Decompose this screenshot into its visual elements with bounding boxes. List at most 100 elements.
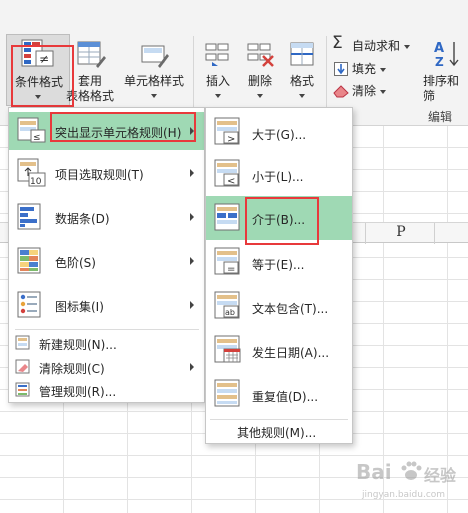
svg-text:≤: ≤ [33, 133, 41, 143]
chevron-down-icon [35, 95, 41, 99]
autosum-button[interactable]: Σ 自动求和 [332, 33, 422, 56]
svg-text:ab: ab [225, 308, 235, 317]
menu-item-top-bottom-rules[interactable]: 10 项目选取规则(T) [9, 154, 204, 192]
table-format-icon [77, 41, 106, 68]
new-rule-icon [15, 335, 30, 350]
format-as-table-label-2: 表格格式 [65, 89, 114, 103]
greater-than-icon: > [214, 117, 240, 145]
less-than-icon: < [214, 159, 240, 187]
watermark-suffix: 经验 [424, 466, 457, 485]
chevron-down-icon [380, 90, 386, 94]
format-as-table-label-1: 套用 [77, 74, 102, 88]
delete-label: 删除 [247, 74, 272, 88]
delete-button[interactable]: 删除 [240, 38, 280, 104]
chevron-down-icon [215, 94, 221, 98]
chevron-down-icon [151, 94, 157, 98]
paw-icon [401, 461, 422, 480]
conditional-formatting-button[interactable]: ≠ 条件格式 [6, 34, 70, 106]
svg-text:≠: ≠ [39, 52, 49, 66]
menu-item-label: 清除规则(C) [39, 362, 105, 376]
conditional-formatting-icon: ≠ [21, 39, 54, 67]
text-contains-icon: ab [214, 291, 240, 319]
cell-styles-icon [141, 45, 169, 68]
chevron-down-icon [404, 45, 410, 49]
menu-item-label: 数据条(D) [55, 212, 110, 226]
between-icon [214, 203, 240, 231]
submenu-item-label: 其他规则(M)... [237, 426, 317, 440]
insert-cells-icon [205, 43, 229, 66]
fill-button[interactable]: 填充 [332, 61, 422, 79]
sort-az-icon: A Z [434, 41, 459, 68]
delete-cells-icon [247, 43, 274, 67]
submenu-arrow-icon [190, 169, 194, 177]
clear-button[interactable]: 清除 [332, 83, 422, 101]
fill-down-icon [334, 62, 348, 76]
date-occurring-icon [214, 335, 241, 363]
format-as-table-button[interactable]: 套用 表格格式 [62, 38, 118, 104]
highlight-rules-submenu: > 大于(G)... < 小于(L)... 介于(B)... = 等于(E)..… [205, 107, 353, 444]
cell-styles-button[interactable]: 单元格样式 [120, 38, 188, 104]
equal-to-icon: = [214, 247, 240, 275]
submenu-item-label: 等于(E)... [252, 258, 305, 272]
watermark-brand: Bai [356, 460, 392, 484]
submenu-item-equal-to[interactable]: = 等于(E)... [206, 242, 352, 282]
top-bottom-rules-icon: 10 [17, 158, 46, 187]
conditional-formatting-menu: ≤ 突出显示单元格规则(H) 10 项目选取规则(T) 数据条(D) 色阶(S)… [8, 107, 205, 403]
menu-item-label: 突出显示单元格规则(H) [55, 126, 182, 140]
submenu-item-text-contains[interactable]: ab 文本包含(T)... [206, 286, 352, 326]
submenu-arrow-icon [190, 127, 194, 135]
menu-item-label: 图标集(I) [55, 300, 104, 314]
column-divider [434, 223, 435, 244]
baidu-watermark: Bai 经验 jingyan.baidu.com [356, 458, 464, 510]
submenu-item-between[interactable]: 介于(B)... [206, 196, 352, 240]
sort-filter-label: 排序和筛 [423, 74, 460, 103]
menu-item-label: 新建规则(N)... [39, 338, 117, 352]
watermark-url: jingyan.baidu.com [362, 490, 446, 500]
sort-filter-button[interactable]: A Z 排序和筛 [420, 38, 468, 104]
submenu-arrow-icon [190, 301, 194, 309]
submenu-item-duplicate-values[interactable]: 重复值(D)... [206, 374, 352, 414]
highlight-rules-icon: ≤ [17, 117, 46, 143]
menu-item-manage-rules[interactable]: 管理规则(R)... [9, 379, 204, 401]
submenu-item-label: 小于(L)... [252, 170, 304, 184]
submenu-item-more-rules[interactable]: 其他规则(M)... [206, 422, 352, 442]
svg-text:>: > [227, 134, 235, 145]
menu-item-icon-sets[interactable]: 图标集(I) [9, 286, 204, 324]
submenu-arrow-icon [190, 363, 194, 371]
menu-item-label: 色阶(S) [55, 256, 96, 270]
insert-label: 插入 [205, 74, 230, 88]
eraser-icon [333, 85, 349, 98]
submenu-arrow-icon [190, 257, 194, 265]
format-button[interactable]: 格式 [282, 38, 322, 104]
menu-separator [15, 329, 199, 330]
submenu-item-label: 重复值(D)... [252, 390, 319, 404]
menu-item-new-rule[interactable]: 新建规则(N)... [9, 332, 204, 354]
menu-item-highlight-rules[interactable]: ≤ 突出显示单元格规则(H) [9, 112, 204, 150]
svg-text:Z: Z [435, 55, 444, 68]
sigma-icon: Σ [332, 33, 343, 53]
submenu-arrow-icon [190, 213, 194, 221]
column-header-p[interactable]: P [394, 224, 408, 240]
submenu-item-label: 大于(G)... [252, 128, 307, 142]
menu-separator [210, 419, 348, 420]
menu-item-label: 管理规则(R)... [39, 385, 117, 399]
menu-item-color-scales[interactable]: 色阶(S) [9, 242, 204, 280]
submenu-item-greater-than[interactable]: > 大于(G)... [206, 112, 352, 152]
menu-item-clear-rules[interactable]: 清除规则(C) [9, 356, 204, 378]
submenu-item-label: 介于(B)... [252, 213, 306, 227]
submenu-item-label: 发生日期(A)... [252, 346, 330, 360]
duplicate-values-icon [214, 379, 240, 407]
submenu-item-less-than[interactable]: < 小于(L)... [206, 154, 352, 194]
submenu-item-date-occurring[interactable]: 发生日期(A)... [206, 330, 352, 370]
editing-group-label: 编辑 [428, 110, 453, 124]
menu-item-data-bars[interactable]: 数据条(D) [9, 198, 204, 236]
manage-rules-icon [15, 382, 30, 397]
cell-styles-label: 单元格样式 [123, 74, 184, 88]
svg-text:A: A [434, 41, 444, 56]
clear-label: 清除 [352, 84, 377, 98]
svg-text:10: 10 [30, 177, 42, 187]
submenu-item-label: 文本包含(T)... [252, 302, 329, 316]
format-label: 格式 [289, 74, 314, 88]
insert-button[interactable]: 插入 [198, 38, 238, 104]
chevron-down-icon [299, 94, 305, 98]
